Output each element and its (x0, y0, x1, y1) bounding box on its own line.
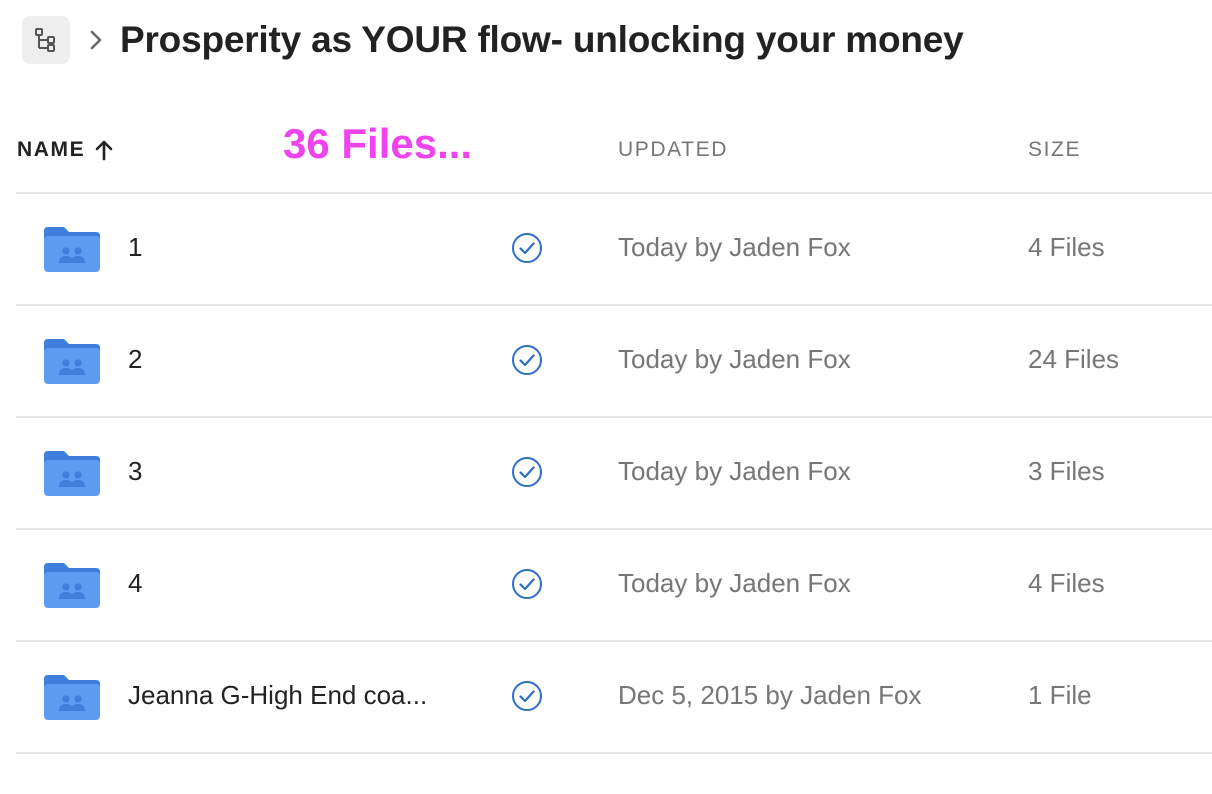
row-updated: Dec 5, 2015 by Jaden Fox (618, 680, 922, 710)
shared-folder-icon (42, 561, 102, 614)
arrow-up-icon (95, 139, 113, 161)
row-name[interactable]: 2 (128, 344, 142, 375)
row-size: 1 File (1028, 680, 1092, 710)
folder-tree-button[interactable] (22, 16, 70, 64)
synced-check-icon (511, 568, 543, 600)
breadcrumb: Prosperity as YOUR flow- unlocking your … (22, 16, 964, 64)
row-updated: Today by Jaden Fox (618, 456, 851, 486)
shared-folder-icon (42, 449, 102, 502)
row-size: 4 Files (1028, 568, 1105, 598)
table-row[interactable]: 2 Today by Jaden Fox 24 Files (16, 306, 1212, 416)
shared-folder-icon (42, 673, 102, 726)
row-name[interactable]: 1 (128, 232, 142, 263)
column-header-name-label: NAME (17, 138, 86, 161)
row-name[interactable]: 4 (128, 568, 142, 599)
row-name[interactable]: 3 (128, 456, 142, 487)
column-header-size[interactable]: SIZE (1028, 138, 1081, 162)
row-size: 3 Files (1028, 456, 1105, 486)
table-row[interactable]: 1 Today by Jaden Fox 4 Files (16, 194, 1212, 304)
row-size: 4 Files (1028, 232, 1105, 262)
column-header-name[interactable]: NAME (17, 138, 113, 162)
row-updated: Today by Jaden Fox (618, 344, 851, 374)
table-row[interactable]: 4 Today by Jaden Fox 4 Files (16, 530, 1212, 640)
page-title: Prosperity as YOUR flow- unlocking your … (120, 19, 964, 60)
shared-folder-icon (42, 337, 102, 390)
row-size: 24 Files (1028, 344, 1120, 374)
table-row[interactable]: Jeanna G-High End coa... Dec 5, 2015 by J… (16, 642, 1212, 752)
folder-tree-icon (35, 28, 55, 52)
row-name[interactable]: Jeanna G-High End coa... (128, 680, 427, 711)
column-header-updated[interactable]: UPDATED (618, 138, 728, 162)
table-row[interactable]: 3 Today by Jaden Fox 3 Files (16, 418, 1212, 528)
shared-folder-icon (42, 225, 102, 278)
synced-check-icon (511, 232, 543, 264)
row-updated: Today by Jaden Fox (618, 232, 851, 262)
file-count-annotation: 36 Files... (283, 120, 473, 167)
synced-check-icon (511, 344, 543, 376)
synced-check-icon (511, 456, 543, 488)
synced-check-icon (511, 680, 543, 712)
chevron-right-icon (86, 30, 106, 50)
row-divider (16, 752, 1212, 754)
row-updated: Today by Jaden Fox (618, 568, 851, 598)
